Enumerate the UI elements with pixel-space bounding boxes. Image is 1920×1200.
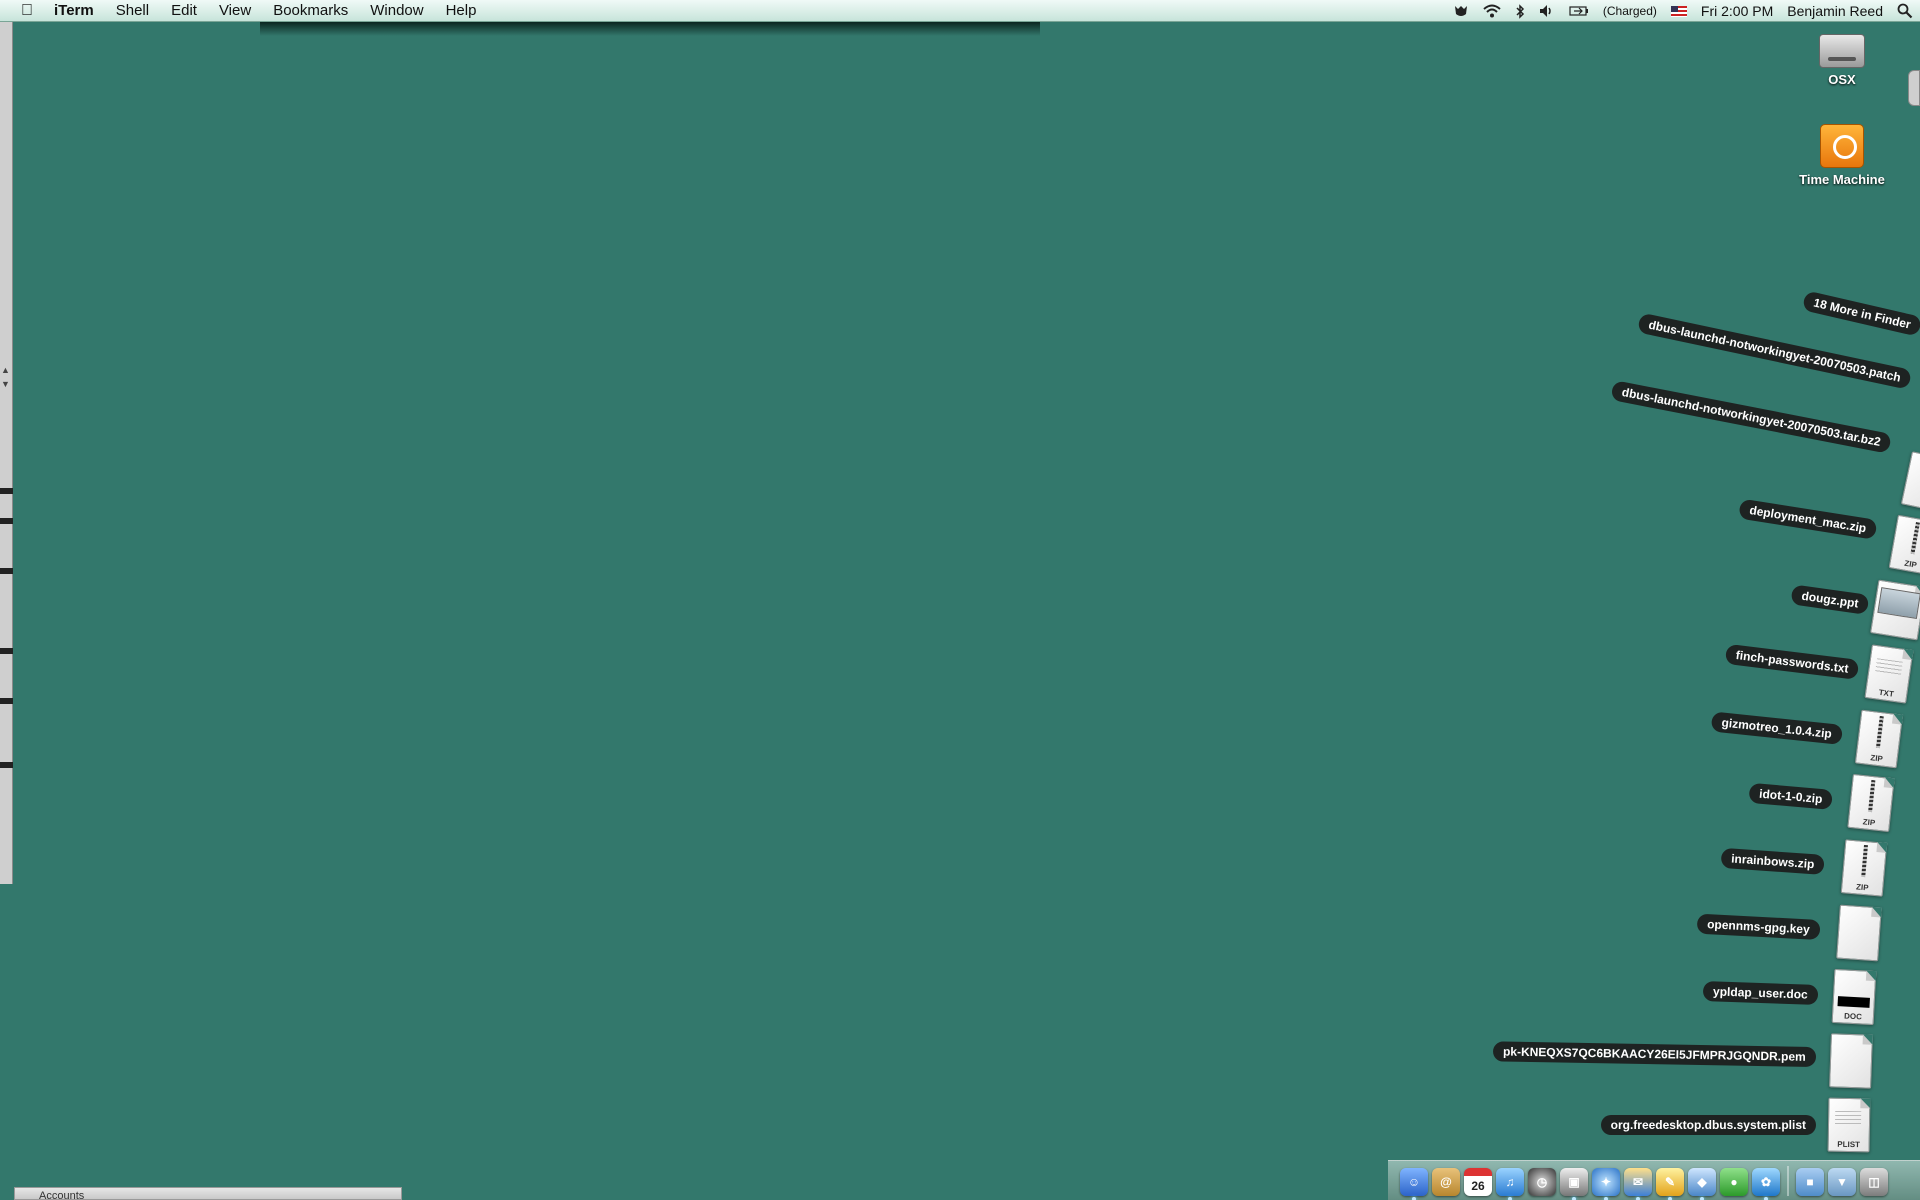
window-strip xyxy=(0,568,13,574)
downloads-icon[interactable]: ▼ xyxy=(1828,1168,1856,1196)
zip-file-icon[interactable]: ZIP xyxy=(1888,514,1920,576)
scroll-down-arrow-icon[interactable]: ▼ xyxy=(1,379,10,389)
bluetooth-icon[interactable] xyxy=(1508,0,1532,22)
growl-icon[interactable] xyxy=(1446,0,1476,22)
hard-drive-icon xyxy=(1819,34,1865,68)
stack-item-label[interactable]: dougz.ppt xyxy=(1790,584,1870,615)
file-type-label: PLIST xyxy=(1837,1139,1861,1150)
pen-icon[interactable]: ✎ xyxy=(1656,1168,1684,1200)
desktop-icon-osx[interactable]: OSX xyxy=(1782,34,1902,87)
dock: ☺ @ 26 ♫ ◷ ▣ ✦ ✉ ✎ ◆ ● ✿ ■ ▼ ◫ xyxy=(1388,1160,1920,1200)
wifi-icon[interactable] xyxy=(1476,0,1508,22)
menu-help[interactable]: Help xyxy=(435,0,488,22)
user-menu[interactable]: Benjamin Reed xyxy=(1780,0,1890,22)
window-strip xyxy=(0,648,13,654)
stack-more-in-finder[interactable]: 18 More in Finder xyxy=(1801,290,1920,337)
stack-item-label[interactable]: idot-1-0.zip xyxy=(1748,782,1833,810)
patch-file-icon[interactable] xyxy=(1900,451,1920,513)
menu-window[interactable]: Window xyxy=(359,0,434,22)
apple-menu-icon[interactable]:  xyxy=(0,2,54,20)
stack-item-label[interactable]: org.freedesktop.dbus.system.plist xyxy=(1600,1115,1816,1135)
terminal-window-edge[interactable]: ▲ ▼ xyxy=(0,22,13,884)
pem-file-icon[interactable] xyxy=(1829,1033,1873,1089)
photo-icon[interactable]: ▣ xyxy=(1560,1168,1588,1200)
window-strip xyxy=(0,698,13,704)
stack-item-label[interactable]: deployment_mac.zip xyxy=(1738,498,1878,540)
safari-icon[interactable]: ✦ xyxy=(1592,1168,1620,1200)
stack-item-label[interactable]: pk-KNEQXS7QC6BKAACY26EI5JFMPRJGQNDR.pem xyxy=(1493,1041,1817,1067)
stack-item-label[interactable]: finch-passwords.txt xyxy=(1724,643,1860,680)
twitter-icon[interactable]: ✿ xyxy=(1752,1168,1780,1200)
file-type-label: ZIP xyxy=(1903,558,1918,570)
menu-clock[interactable]: Fri 2:00 PM xyxy=(1694,0,1780,22)
spotlight-icon[interactable] xyxy=(1890,0,1920,22)
app-menu[interactable]: iTerm xyxy=(54,0,105,22)
finder-icon[interactable]: ☺ xyxy=(1400,1168,1428,1200)
txt-file-icon[interactable]: TXT xyxy=(1864,644,1914,704)
zip-file-icon[interactable]: ZIP xyxy=(1854,709,1904,769)
preview-icon[interactable]: ◆ xyxy=(1688,1168,1716,1200)
plist-file-icon[interactable]: PLIST xyxy=(1827,1097,1871,1153)
menu-bar:  iTerm Shell Edit View Bookmarks Window… xyxy=(0,0,1920,22)
accounts-window-titlebar[interactable]: Accounts xyxy=(14,1187,402,1200)
stack-item-label[interactable]: ypldap_user.doc xyxy=(1703,981,1819,1005)
desktop-icon-label: Time Machine xyxy=(1799,172,1885,187)
menu-shell[interactable]: Shell xyxy=(105,0,160,22)
address-book-icon[interactable]: @ xyxy=(1432,1168,1460,1196)
menu-bookmarks[interactable]: Bookmarks xyxy=(262,0,359,22)
input-menu-flag-icon[interactable] xyxy=(1664,0,1694,22)
doc-file-icon[interactable]: DOC xyxy=(1831,968,1877,1026)
stack-item-label[interactable]: inrainbows.zip xyxy=(1720,847,1825,875)
time-machine-icon xyxy=(1820,124,1864,168)
stack-item-label[interactable]: opennms-gpg.key xyxy=(1696,913,1821,940)
ppt-file-icon[interactable] xyxy=(1870,579,1920,641)
menu-view[interactable]: View xyxy=(208,0,262,22)
adium-icon[interactable]: ● xyxy=(1720,1168,1748,1196)
folder-icon[interactable]: ■ xyxy=(1796,1168,1824,1196)
desktop-icon-label: OSX xyxy=(1828,72,1856,87)
status-area: (Charged) Fri 2:00 PM Benjamin Reed xyxy=(1446,0,1920,22)
file-type-label: ZIP xyxy=(1869,753,1884,764)
file-type-label: TXT xyxy=(1878,687,1895,699)
mail-icon[interactable]: ✉ xyxy=(1624,1168,1652,1200)
stack-item-label[interactable]: gizmotreo_1.0.4.zip xyxy=(1710,711,1844,745)
stack-item-label[interactable]: dbus-launchd-notworkingyet-20070503.tar.… xyxy=(1609,380,1892,454)
window-strip xyxy=(0,518,13,524)
menu-edit[interactable]: Edit xyxy=(160,0,208,22)
zip-file-icon[interactable]: ZIP xyxy=(1847,773,1895,833)
desktop-icon-time-machine[interactable]: Time Machine xyxy=(1782,124,1902,187)
battery-status[interactable]: (Charged) xyxy=(1596,0,1664,22)
time-machine-icon[interactable]: ◷ xyxy=(1528,1168,1556,1196)
battery-icon[interactable] xyxy=(1562,0,1596,22)
window-shadow xyxy=(260,22,1040,36)
window-strip xyxy=(0,488,13,494)
scroll-up-arrow-icon[interactable]: ▲ xyxy=(1,365,10,375)
file-type-label: ZIP xyxy=(1855,882,1869,893)
itunes-icon[interactable]: ♫ xyxy=(1496,1168,1524,1200)
trash-icon[interactable]: ◫ xyxy=(1860,1168,1888,1196)
file-type-label: ZIP xyxy=(1862,817,1876,828)
ical-icon[interactable]: 26 xyxy=(1464,1168,1492,1196)
file-type-label: DOC xyxy=(1843,1011,1863,1022)
zip-file-icon[interactable]: ZIP xyxy=(1840,839,1888,897)
dock-separator xyxy=(1787,1166,1789,1196)
window-edge-control[interactable] xyxy=(1908,70,1920,106)
window-strip xyxy=(0,762,13,768)
volume-icon[interactable] xyxy=(1532,0,1562,22)
key-file-icon[interactable] xyxy=(1836,904,1882,962)
